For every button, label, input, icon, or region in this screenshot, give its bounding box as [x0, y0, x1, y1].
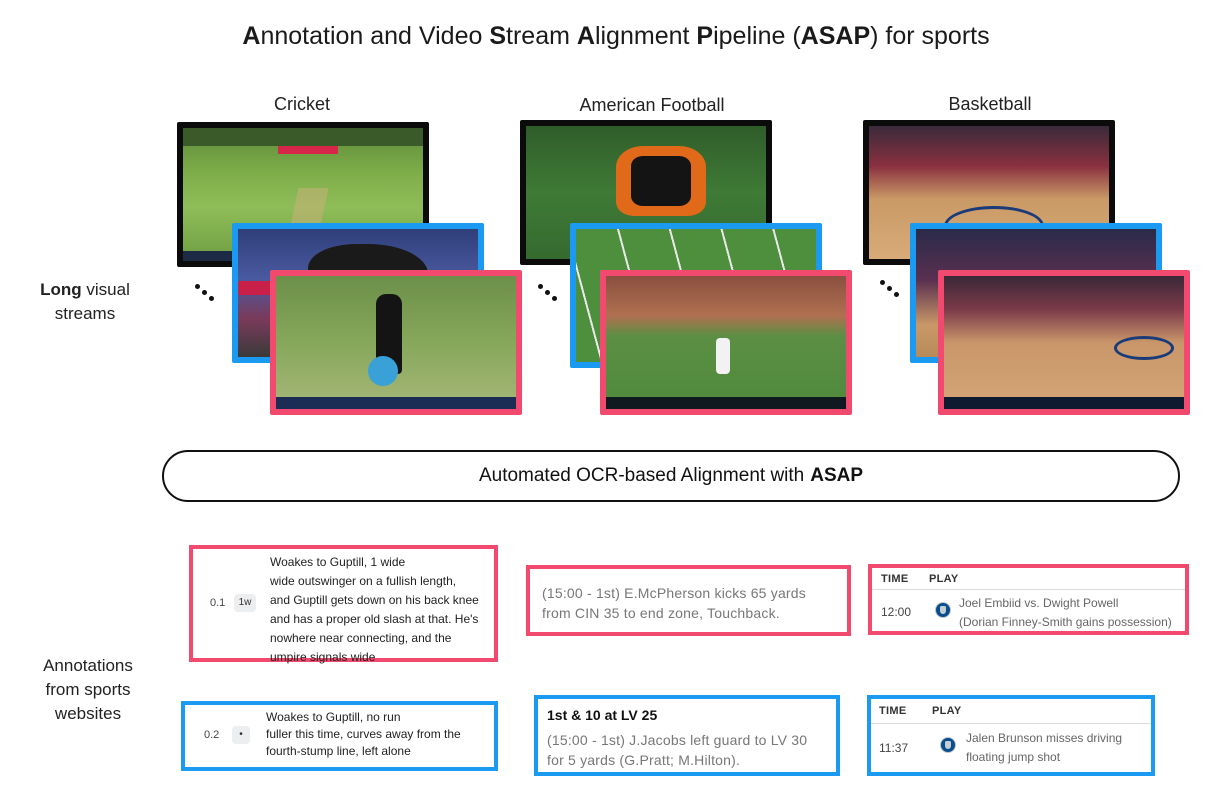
mavericks-logo-icon — [940, 737, 956, 753]
title-part: nnotation and Video — [260, 22, 490, 50]
annotations-label-line1: Annotations — [43, 656, 133, 675]
banner-bold: ASAP — [810, 465, 864, 486]
play-line: from CIN 35 to end zone, Touchback. — [542, 605, 780, 621]
basketball-annotation-card-pink: TIME PLAY 12:00 Joel Embiid vs. Dwight P… — [868, 564, 1189, 635]
commentary-line: and Guptill gets down on his back knee — [270, 593, 479, 607]
streams-label-line2: streams — [54, 304, 116, 323]
football-frame-front — [600, 270, 852, 415]
title-part: S — [489, 22, 507, 50]
column-header-play: PLAY — [929, 573, 959, 585]
play-line: (15:00 - 1st) J.Jacobs left guard to LV … — [547, 732, 808, 748]
football-play-text: (15:00 - 1st) E.McPherson kicks 65 yards… — [542, 583, 847, 623]
football-stadium-image — [606, 276, 846, 409]
play-description: Jalen Brunson misses driving floating ju… — [966, 729, 1154, 767]
mavericks-logo-icon — [935, 602, 951, 618]
streams-label-rest: visual — [81, 280, 130, 299]
cricket-ellipsis-icon — [195, 284, 225, 308]
cricket-batsman-image — [276, 276, 516, 409]
sport-label-cricket: Cricket — [273, 94, 330, 114]
commentary-line: fuller this time, curves away from the — [266, 727, 461, 741]
title-part: A — [576, 22, 595, 50]
play-line: floating jump shot — [966, 750, 1061, 764]
title-part: ASAP — [800, 22, 871, 50]
play-line: (Dorian Finney-Smith gains possession) — [959, 615, 1172, 629]
title-part: P — [696, 22, 714, 50]
play-line: (15:00 - 1st) E.McPherson kicks 65 yards — [542, 585, 806, 601]
streams-label-bold: Long — [40, 280, 82, 299]
basketball-annotation-card-blue: TIME PLAY 11:37 Jalen Brunson misses dri… — [867, 695, 1155, 776]
cricket-commentary: Woakes to Guptill, 1 wide wide outswinge… — [270, 553, 495, 667]
column-header-time: TIME — [881, 573, 909, 585]
play-time: 12:00 — [881, 605, 912, 619]
play-line: Jalen Brunson misses driving — [966, 731, 1123, 745]
title-part: ipeline ( — [713, 22, 801, 50]
cricket-ball-badge: • — [232, 726, 250, 744]
header-divider — [871, 723, 1151, 724]
cricket-commentary: Woakes to Guptill, no run fuller this ti… — [266, 709, 496, 760]
cricket-annotation-card-pink: 0.1 1w Woakes to Guptill, 1 wide wide ou… — [189, 545, 498, 664]
football-annotation-card-blue: 1st & 10 at LV 25 (15:00 - 1st) J.Jacobs… — [534, 695, 840, 776]
title-part: ) for sports — [870, 22, 990, 50]
play-line: Joel Embiid vs. Dwight Powell — [959, 596, 1119, 610]
football-ellipsis-icon — [538, 284, 568, 308]
basketball-ellipsis-icon — [880, 280, 910, 304]
cricket-frame-front — [270, 270, 522, 415]
cricket-over-number: 0.2 — [204, 729, 220, 741]
play-line: for 5 yards (G.Pratt; M.Hilton). — [547, 752, 741, 768]
cricket-over-number: 0.1 — [210, 597, 226, 609]
column-header-play: PLAY — [932, 705, 962, 717]
streams-side-label: Long visual streams — [20, 278, 150, 326]
diagram-title: Annotation and Video Stream Alignment Pi… — [0, 22, 1232, 51]
cricket-annotation-card-blue: 0.2 • Woakes to Guptill, no run fuller t… — [181, 701, 498, 771]
sport-label-basketball: Basketball — [948, 94, 1032, 114]
title-part: A — [242, 22, 261, 50]
commentary-line: Woakes to Guptill, 1 wide — [270, 555, 406, 569]
commentary-line: fourth-stump line, left alone — [266, 744, 411, 758]
title-part: lignment — [594, 22, 697, 50]
football-play-text: (15:00 - 1st) J.Jacobs left guard to LV … — [547, 730, 842, 770]
commentary-line: wide outswinger on a fullish length, — [270, 574, 457, 588]
commentary-line: Woakes to Guptill, no run — [266, 710, 401, 724]
commentary-line: nowhere near connecting, and the — [270, 631, 452, 645]
basketball-game-image — [944, 276, 1184, 409]
annotations-label-line2: from sports — [45, 680, 131, 699]
football-annotation-card-pink: (15:00 - 1st) E.McPherson kicks 65 yards… — [526, 565, 851, 636]
asap-pipeline-banner: Automated OCR-based Alignment with ASAP — [162, 450, 1180, 502]
cricket-ball-badge: 1w — [234, 594, 256, 612]
banner-text: Automated OCR-based Alignment with — [478, 465, 805, 486]
commentary-line: umpire signals wide — [270, 650, 376, 664]
annotations-label-line3: websites — [54, 704, 122, 723]
play-description: Joel Embiid vs. Dwight Powell (Dorian Fi… — [959, 594, 1187, 632]
commentary-line: and has a proper old slash at that. He's — [270, 612, 479, 626]
column-header-time: TIME — [879, 705, 907, 717]
title-part: tream — [506, 22, 577, 50]
sport-label-football: American Football — [579, 95, 725, 115]
annotations-side-label: Annotations from sports websites — [18, 654, 158, 726]
play-time: 11:37 — [879, 741, 909, 755]
basketball-frame-front — [938, 270, 1190, 415]
football-down-heading: 1st & 10 at LV 25 — [547, 707, 658, 723]
header-divider — [872, 589, 1185, 590]
